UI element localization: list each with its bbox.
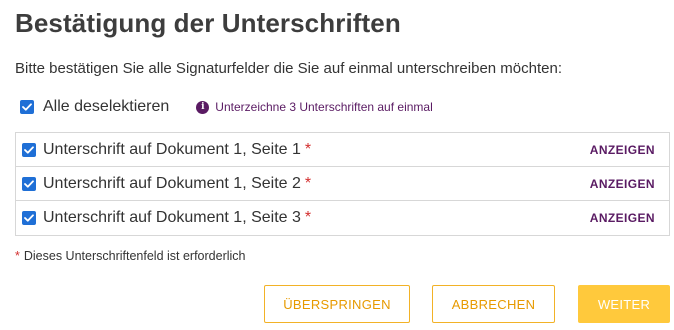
required-asterisk: *	[304, 174, 312, 192]
signature-label[interactable]: Unterschrift auf Dokument 1, Seite 3 *	[43, 209, 311, 227]
info-hint-text: Unterzeichne 3 Unterschriften auf einmal	[215, 100, 433, 114]
signature-checkbox[interactable]	[22, 176, 36, 191]
select-all-label[interactable]: Alle deselektieren	[43, 98, 169, 116]
required-asterisk: *	[304, 140, 312, 158]
checkmark-icon	[24, 214, 34, 222]
signature-label[interactable]: Unterschrift auf Dokument 1, Seite 1 *	[43, 141, 311, 159]
view-signature-button[interactable]: ANZEIGEN	[590, 177, 655, 191]
skip-button[interactable]: ÜBERSPRINGEN	[264, 285, 410, 323]
required-asterisk: *	[304, 209, 312, 226]
signature-label[interactable]: Unterschrift auf Dokument 1, Seite 2 *	[43, 175, 311, 193]
signature-list: Unterschrift auf Dokument 1, Seite 1 * AN…	[15, 132, 670, 236]
cancel-button[interactable]: ABBRECHEN	[432, 285, 555, 323]
signature-row: Unterschrift auf Dokument 1, Seite 1 * AN…	[16, 133, 669, 167]
select-all-checkbox[interactable]	[20, 100, 34, 114]
next-button[interactable]: WEITER	[578, 285, 670, 323]
view-signature-button[interactable]: ANZEIGEN	[590, 143, 655, 157]
checkmark-icon	[24, 145, 34, 154]
checkmark-icon	[22, 103, 32, 111]
signature-checkbox[interactable]	[22, 142, 36, 157]
signature-checkbox[interactable]	[22, 211, 36, 225]
signature-row: Unterschrift auf Dokument 1, Seite 3 * AN…	[16, 201, 669, 235]
dialog-instruction: Bitte bestätigen Sie alle Signaturfelder…	[15, 60, 562, 77]
required-asterisk: *	[15, 249, 20, 263]
required-note-text: Dieses Unterschriftenfeld ist erforderli…	[23, 249, 246, 263]
select-all-row: Alle deselektieren i Unterzeichne 3 Unte…	[20, 98, 433, 116]
checkmark-icon	[24, 179, 34, 188]
view-signature-button[interactable]: ANZEIGEN	[590, 211, 655, 225]
info-hint: i Unterzeichne 3 Unterschriften auf einm…	[196, 100, 433, 114]
required-field-note: * Dieses Unterschriftenfeld ist erforderl…	[15, 249, 246, 263]
dialog-title: Bestätigung der Unterschriften	[15, 8, 401, 38]
info-icon: i	[196, 100, 210, 114]
signature-confirmation-dialog: Bestätigung der Unterschriften Bitte bes…	[0, 0, 674, 330]
signature-row: Unterschrift auf Dokument 1, Seite 2 * AN…	[16, 167, 669, 201]
